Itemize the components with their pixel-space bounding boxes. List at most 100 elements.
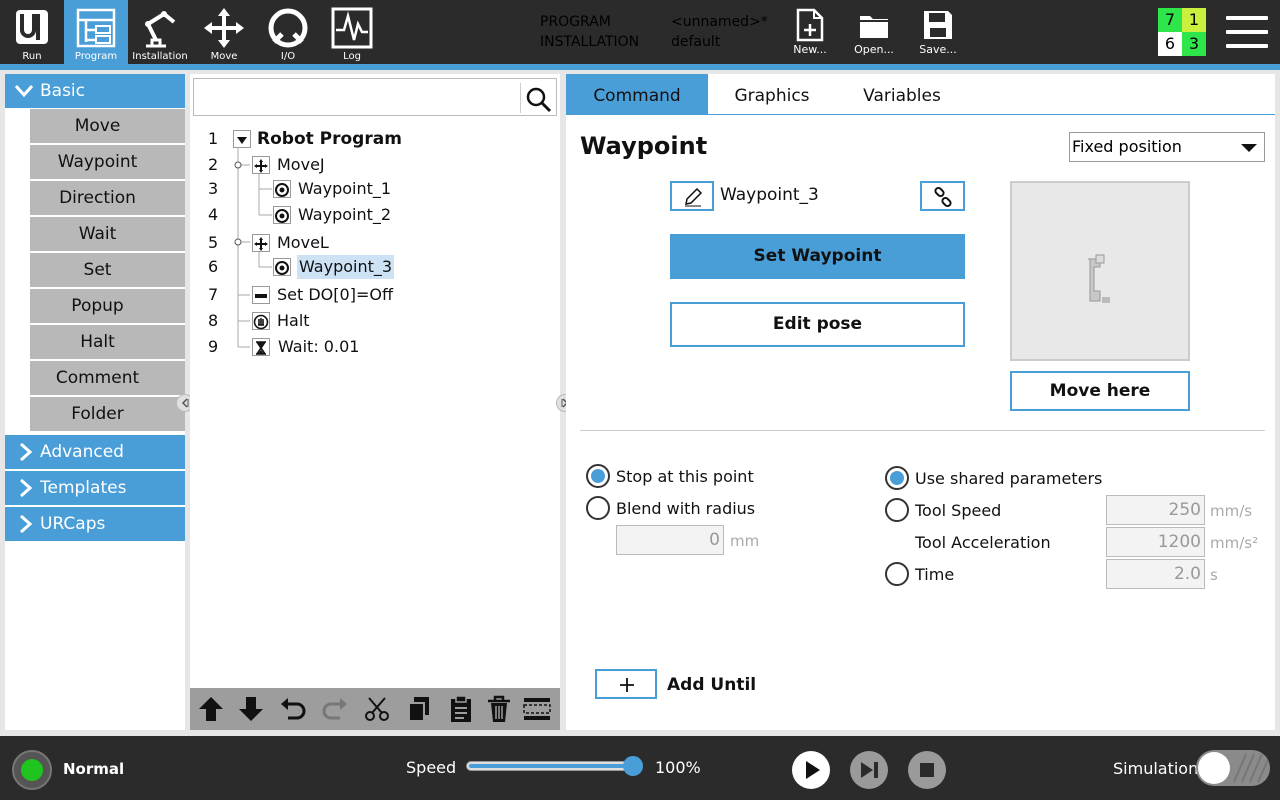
new-program-button[interactable]: New... <box>782 0 838 64</box>
edit-pose-button[interactable]: Edit pose <box>670 302 965 347</box>
tree-row-5[interactable]: 5 MoveL <box>190 231 560 255</box>
robot-status-text: Normal <box>63 760 125 778</box>
new-file-icon <box>796 8 824 42</box>
step-button[interactable] <box>850 751 888 789</box>
link-waypoint-button[interactable] <box>920 181 965 211</box>
nav-installation-label: Installation <box>132 51 188 62</box>
play-icon <box>806 761 820 779</box>
counter-top-left: 7 <box>1158 8 1182 32</box>
nav-move-button[interactable]: Move <box>192 0 256 64</box>
move-arrows-icon <box>204 8 244 48</box>
cut-scissors-icon[interactable] <box>362 694 392 724</box>
speed-slider-track[interactable] <box>466 761 642 771</box>
nav-run-button[interactable]: Run <box>0 0 64 64</box>
program-info-values: <unnamed>* default <box>671 12 791 52</box>
copy-icon[interactable] <box>404 694 434 724</box>
category-basic[interactable]: Basic <box>5 74 185 108</box>
stop-button[interactable] <box>908 751 946 789</box>
halt-hand-icon <box>252 312 270 330</box>
log-graph-icon <box>331 7 373 49</box>
tree-row-8[interactable]: 8 Halt <box>190 309 560 333</box>
waypoint-name: Waypoint_3 <box>720 185 819 205</box>
tree-row-1[interactable]: 1 Robot Program <box>190 127 560 151</box>
blend-radius-unit: mm <box>730 532 760 550</box>
set-icon <box>252 286 270 304</box>
paste-clipboard-icon[interactable] <box>446 694 476 724</box>
category-urcaps[interactable]: URCaps <box>5 507 185 541</box>
shared-parameters-label: Use shared parameters <box>915 469 1103 488</box>
category-templates[interactable]: Templates <box>5 471 185 505</box>
waypoint-type-select[interactable]: Fixed position <box>1069 132 1265 162</box>
blend-radius-input[interactable]: 0 <box>616 525 724 555</box>
tree-row-9[interactable]: 9 Wait: 0.01 <box>190 335 560 359</box>
rename-waypoint-button[interactable] <box>670 181 714 211</box>
simulation-toggle[interactable] <box>1196 750 1270 786</box>
simulation-label: Simulation <box>1113 759 1199 778</box>
io-gauge-icon <box>268 8 308 48</box>
time-radio[interactable] <box>885 562 909 586</box>
stop-icon <box>920 763 934 777</box>
shared-parameters-radio[interactable] <box>885 466 909 490</box>
stop-at-point-radio[interactable] <box>586 464 610 488</box>
toolbox-item-folder[interactable]: Folder <box>30 397 185 432</box>
program-label: PROGRAM <box>540 14 611 30</box>
link-chain-icon <box>934 186 952 208</box>
waypoint-type-value: Fixed position <box>1072 137 1182 156</box>
tool-acceleration-input[interactable]: 1200 <box>1106 527 1205 557</box>
tool-speed-input[interactable]: 250 <box>1106 495 1205 525</box>
hourglass-icon <box>252 338 270 356</box>
power-status-button[interactable] <box>12 750 52 790</box>
tree-row-4[interactable]: 4 Waypoint_2 <box>190 203 560 227</box>
move-up-icon[interactable] <box>196 694 226 724</box>
undo-icon[interactable] <box>278 694 308 724</box>
tool-speed-unit: mm/s <box>1210 502 1253 520</box>
play-button[interactable] <box>792 751 830 789</box>
move-down-icon[interactable] <box>236 694 266 724</box>
counter-bottom-right: 3 <box>1182 32 1206 56</box>
toggle-knob <box>1198 752 1230 784</box>
tool-speed-radio[interactable] <box>885 498 909 522</box>
nav-log-button[interactable]: Log <box>320 0 384 64</box>
tree-row-6-selected[interactable]: 6 Waypoint_3 <box>190 255 560 279</box>
nav-program-button[interactable]: Program <box>64 0 128 64</box>
installation-label: INSTALLATION <box>540 34 640 50</box>
tab-variables[interactable]: Variables <box>836 74 968 115</box>
nav-io-button[interactable]: I/O <box>256 0 320 64</box>
tree-row-7[interactable]: 7 Set DO[0]=Off <box>190 283 560 307</box>
toolbox-item-wait[interactable]: Wait <box>30 217 185 252</box>
tree-row-3[interactable]: 3 Waypoint_1 <box>190 177 560 201</box>
hamburger-menu-icon[interactable] <box>1226 16 1268 48</box>
tab-graphics[interactable]: Graphics <box>708 74 836 115</box>
toolbox-item-comment[interactable]: Comment <box>30 361 185 396</box>
toolbox-item-popup[interactable]: Popup <box>30 289 185 324</box>
move-here-button[interactable]: Move here <box>1010 371 1190 411</box>
time-input[interactable]: 2.0 <box>1106 559 1205 589</box>
tab-command[interactable]: Command <box>566 74 708 115</box>
open-program-button[interactable]: Open... <box>846 0 902 64</box>
open-label: Open... <box>854 43 894 56</box>
toolbox-item-halt[interactable]: Halt <box>30 325 185 360</box>
counter-bottom-left: 6 <box>1158 32 1182 56</box>
suppress-icon[interactable] <box>522 694 552 724</box>
save-program-button[interactable]: Save... <box>910 0 966 64</box>
nav-run-label: Run <box>22 51 42 62</box>
delete-trash-icon[interactable] <box>484 694 514 724</box>
speed-value: 100% <box>655 758 701 777</box>
toolbox-item-direction[interactable]: Direction <box>30 181 185 216</box>
step-forward-icon <box>861 762 878 778</box>
toolbox-item-move[interactable]: Move <box>30 109 185 144</box>
blend-radius-radio[interactable] <box>586 496 610 520</box>
toolbox-item-set[interactable]: Set <box>30 253 185 288</box>
toolbox-item-waypoint[interactable]: Waypoint <box>30 145 185 180</box>
add-until-button[interactable] <box>595 669 657 699</box>
page-title: Waypoint <box>580 132 708 160</box>
move-arrows-icon <box>252 234 270 252</box>
set-waypoint-button[interactable]: Set Waypoint <box>670 234 965 279</box>
status-led-icon <box>21 759 43 781</box>
tree-row-2[interactable]: 2 MoveJ <box>190 153 560 177</box>
collapse-triangle-icon[interactable] <box>233 130 251 148</box>
category-advanced[interactable]: Advanced <box>5 435 185 469</box>
plus-icon <box>620 678 634 692</box>
nav-installation-button[interactable]: Installation <box>128 0 192 64</box>
speed-slider-handle[interactable] <box>623 756 643 776</box>
